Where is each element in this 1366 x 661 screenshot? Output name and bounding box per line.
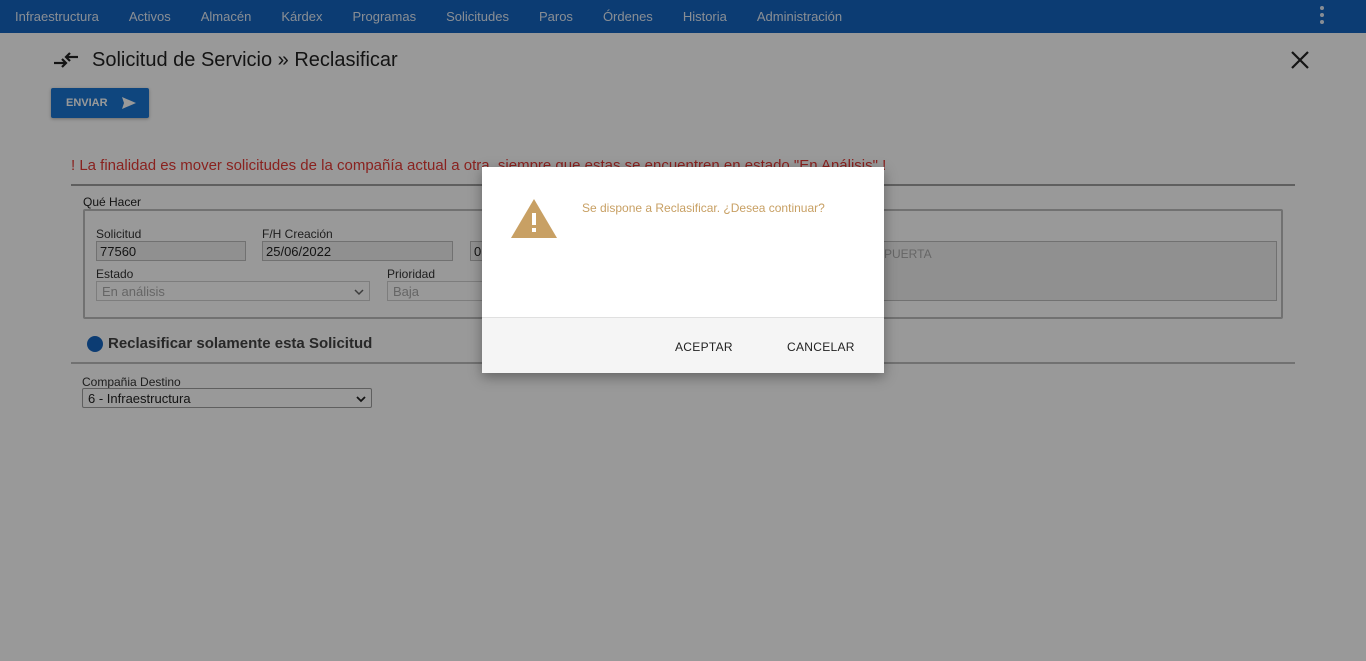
- dialog-footer: ACEPTAR CANCELAR: [482, 317, 884, 373]
- confirm-dialog: Se dispone a Reclasificar. ¿Desea contin…: [482, 167, 884, 373]
- cancel-button[interactable]: CANCELAR: [787, 340, 855, 354]
- warning-icon: [511, 199, 557, 238]
- dialog-message: Se dispone a Reclasificar. ¿Desea contin…: [582, 201, 825, 215]
- accept-button[interactable]: ACEPTAR: [675, 340, 733, 354]
